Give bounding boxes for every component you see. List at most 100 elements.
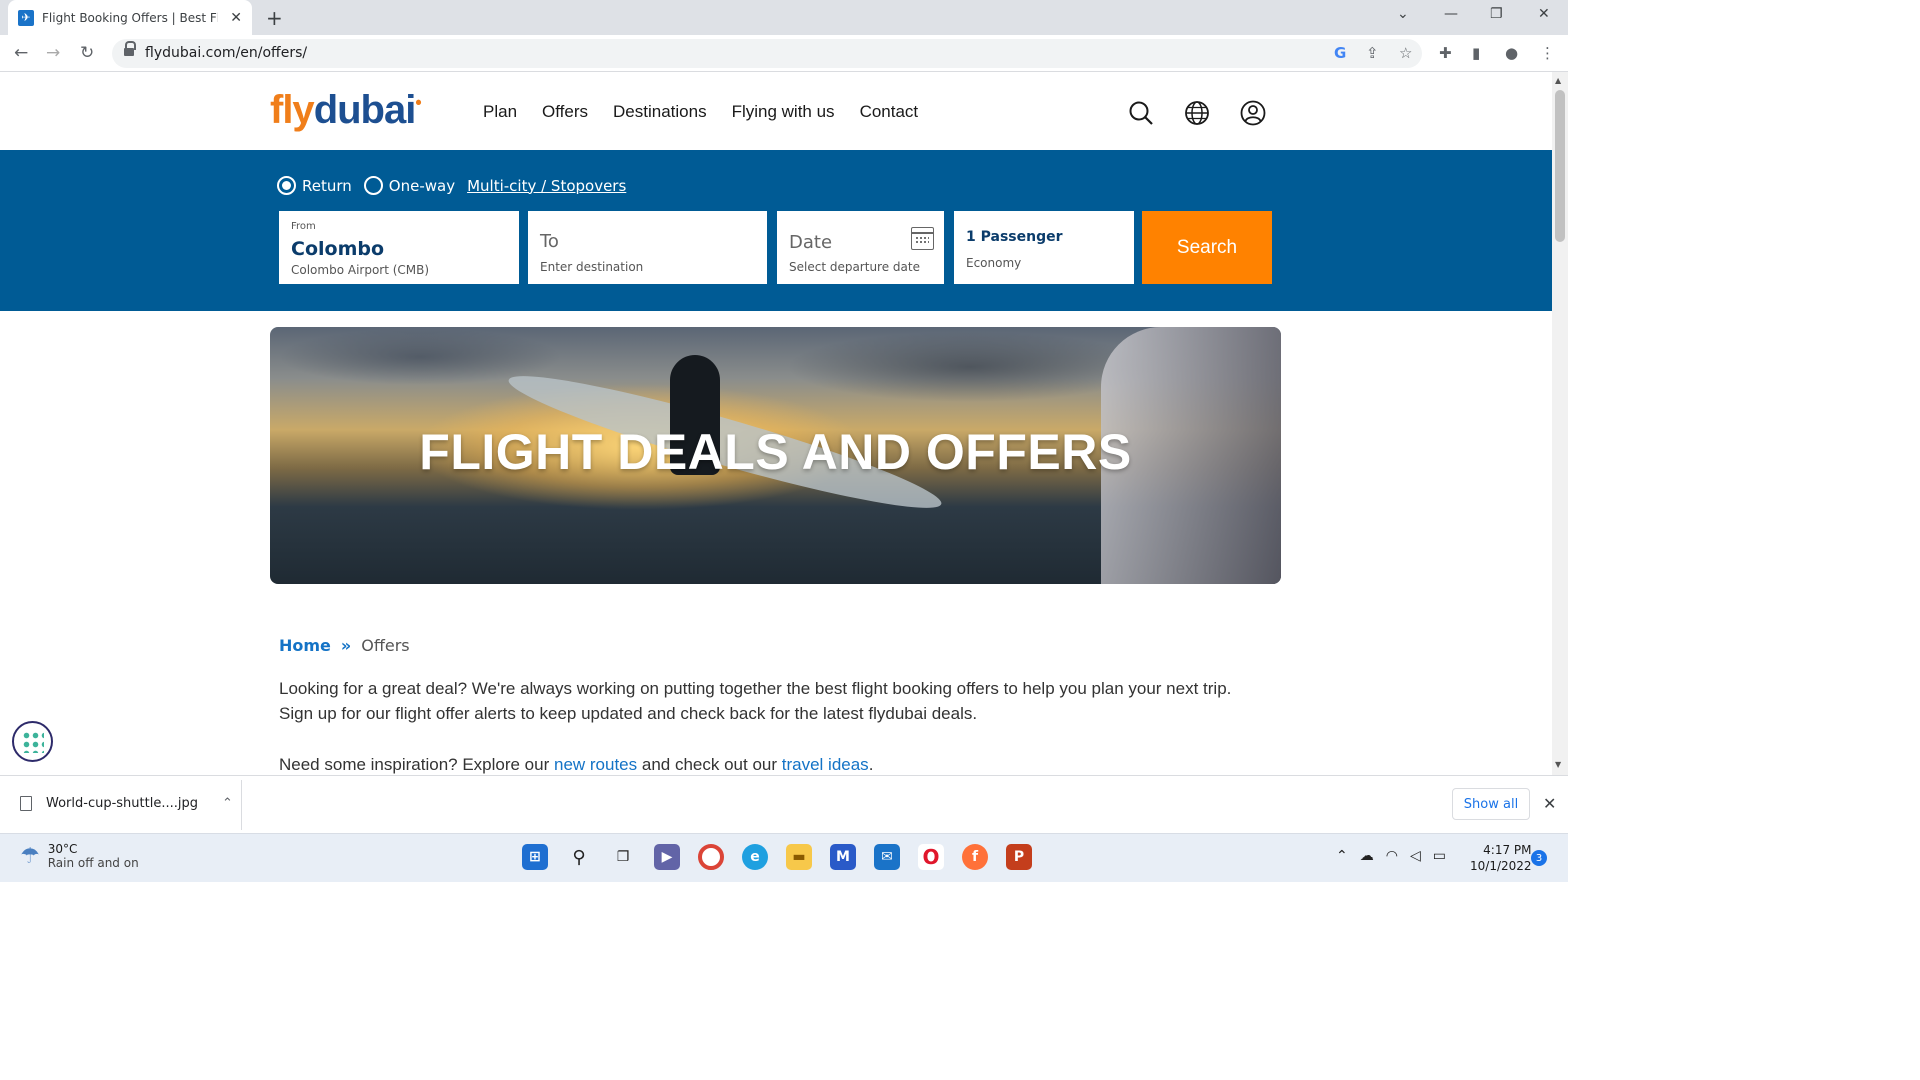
firefox-icon[interactable]: f xyxy=(962,844,988,870)
scrollbar-thumb[interactable] xyxy=(1555,90,1565,242)
return-label[interactable]: Return xyxy=(302,177,352,195)
side-panel-icon[interactable]: ▮ xyxy=(1472,44,1480,62)
bookmark-star-icon[interactable]: ☆ xyxy=(1399,44,1412,62)
download-filename: World-cup-shuttle....jpg xyxy=(46,796,198,811)
flight-search-panel: Return One-way Multi-city / Stopovers Fr… xyxy=(0,150,1552,311)
travel-ideas-link[interactable]: travel ideas xyxy=(782,755,869,774)
main-navigation: Plan Offers Destinations Flying with us … xyxy=(483,102,918,122)
inspiration-text-middle: and check out our xyxy=(637,755,782,774)
logo-dubai: dubai xyxy=(313,88,417,132)
system-tray: ⌃ ☁ ◠ ◁ ▭ xyxy=(1336,848,1446,864)
url-text[interactable]: flydubai.com/en/offers/ xyxy=(145,45,307,61)
windows-taskbar: ☂ 30°C Rain off and on ⊞ ⚲ ❐ ▶ e ▬ M ✉ O… xyxy=(0,833,1568,882)
taskbar-search-icon[interactable]: ⚲ xyxy=(566,844,592,870)
writer-app-icon[interactable]: M xyxy=(830,844,856,870)
task-view-icon[interactable]: ❐ xyxy=(610,844,636,870)
nav-plan[interactable]: Plan xyxy=(483,102,517,122)
multi-city-link[interactable]: Multi-city / Stopovers xyxy=(467,177,626,195)
tab-search-chevron-icon[interactable]: ⌄ xyxy=(1397,6,1409,22)
teams-chat-icon[interactable]: ▶ xyxy=(654,844,680,870)
rain-umbrella-icon: ☂ xyxy=(20,843,40,869)
inspiration-text-end: . xyxy=(868,755,874,774)
battery-icon[interactable]: ▭ xyxy=(1433,848,1446,864)
to-field[interactable]: To Enter destination xyxy=(528,211,767,284)
file-icon xyxy=(20,796,32,811)
new-tab-icon[interactable]: + xyxy=(266,6,283,30)
volume-icon[interactable]: ◁ xyxy=(1410,848,1421,864)
intro-paragraph: Looking for a great deal? We're always w… xyxy=(279,679,1232,723)
window-close-icon[interactable]: ✕ xyxy=(1538,6,1550,22)
nav-destinations[interactable]: Destinations xyxy=(613,102,707,122)
onedrive-cloud-icon[interactable]: ☁ xyxy=(1360,848,1374,864)
tab-title: Flight Booking Offers | Best Fligh xyxy=(42,10,218,25)
search-flights-button[interactable]: Search xyxy=(1142,211,1272,284)
show-hidden-icons-chevron-icon[interactable]: ⌃ xyxy=(1336,848,1348,864)
one-way-radio[interactable] xyxy=(363,176,383,195)
download-options-chevron-icon[interactable]: ⌃ xyxy=(222,796,233,811)
nav-offers[interactable]: Offers xyxy=(542,102,588,122)
one-way-label[interactable]: One-way xyxy=(389,177,455,195)
from-field[interactable]: From Colombo Colombo Airport (CMB) xyxy=(279,211,519,284)
logo-dot: • xyxy=(415,92,421,113)
trip-type-selector: Return One-way Multi-city / Stopovers xyxy=(277,176,626,195)
download-item[interactable]: World-cup-shuttle....jpg ⌃ xyxy=(20,796,233,811)
nav-contact[interactable]: Contact xyxy=(860,102,919,122)
flydubai-logo[interactable]: flydubai• xyxy=(270,88,422,133)
nav-flying-with-us[interactable]: Flying with us xyxy=(732,102,835,122)
scroll-down-icon[interactable]: ▼ xyxy=(1555,760,1561,769)
chrome-icon[interactable] xyxy=(698,844,724,870)
to-title: To xyxy=(540,231,559,252)
return-radio[interactable] xyxy=(277,176,296,195)
profile-avatar-icon[interactable]: ● xyxy=(1505,44,1518,62)
tab-close-icon[interactable]: ✕ xyxy=(230,10,242,26)
reload-icon[interactable]: ↻ xyxy=(80,43,94,63)
page-scrollbar[interactable]: ▲ ▼ xyxy=(1552,72,1568,775)
flydubai-favicon-icon: ✈ xyxy=(18,9,34,26)
address-bar[interactable]: flydubai.com/en/offers/ xyxy=(112,39,1422,68)
opera-icon[interactable]: O xyxy=(918,844,944,870)
from-city: Colombo xyxy=(291,238,385,260)
google-translate-icon[interactable]: G xyxy=(1334,44,1346,62)
search-icon[interactable] xyxy=(1128,100,1154,126)
start-windows-icon[interactable]: ⊞ xyxy=(522,844,548,870)
back-icon[interactable]: ← xyxy=(14,43,28,63)
hero-title: FLIGHT DEALS AND OFFERS xyxy=(419,424,1132,480)
minimize-icon[interactable]: — xyxy=(1444,6,1458,22)
cabin-class: Economy xyxy=(966,256,1022,270)
inspiration-text-start: Need some inspiration? Explore our xyxy=(279,755,554,774)
mail-icon[interactable]: ✉ xyxy=(874,844,900,870)
forward-icon[interactable]: → xyxy=(46,43,60,63)
powerpoint-icon[interactable]: P xyxy=(1006,844,1032,870)
calendar-icon[interactable] xyxy=(911,227,934,250)
new-routes-link[interactable]: new routes xyxy=(554,755,637,774)
wifi-icon[interactable]: ◠ xyxy=(1386,848,1398,864)
restore-icon[interactable]: ❐ xyxy=(1490,6,1503,22)
globe-icon[interactable] xyxy=(1184,100,1210,126)
account-icon[interactable] xyxy=(1240,100,1266,126)
extensions-icon[interactable]: ✚ xyxy=(1439,44,1452,62)
breadcrumb-current: Offers xyxy=(361,636,410,655)
chrome-menu-icon[interactable]: ⋮ xyxy=(1540,44,1555,62)
passengers-field[interactable]: 1 Passenger Economy xyxy=(954,211,1134,284)
from-airport: Colombo Airport (CMB) xyxy=(291,263,430,277)
notification-badge[interactable]: 3 xyxy=(1531,850,1547,866)
date-field[interactable]: Date Select departure date xyxy=(777,211,944,284)
downloads-close-icon[interactable]: ✕ xyxy=(1543,794,1556,813)
breadcrumb-home-link[interactable]: Home xyxy=(279,636,331,655)
breadcrumb-separator: » xyxy=(340,636,352,655)
show-all-button[interactable]: Show all xyxy=(1452,788,1530,820)
cookie-settings-icon[interactable] xyxy=(12,721,53,762)
edge-icon[interactable]: e xyxy=(742,844,768,870)
date-hint: Select departure date xyxy=(789,260,920,274)
downloads-divider xyxy=(241,780,242,830)
file-explorer-icon[interactable]: ▬ xyxy=(786,844,812,870)
taskbar-apps: ⊞ ⚲ ❐ ▶ e ▬ M ✉ O f P xyxy=(522,844,1032,870)
share-icon[interactable]: ⇪ xyxy=(1366,44,1379,62)
browser-tab-strip: ✈ Flight Booking Offers | Best Fligh ✕ +… xyxy=(0,0,1568,35)
weather-widget[interactable]: ☂ 30°C Rain off and on xyxy=(20,842,139,870)
lock-icon[interactable] xyxy=(124,41,136,57)
scroll-up-icon[interactable]: ▲ xyxy=(1555,76,1561,85)
taskbar-clock[interactable]: 4:17 PM 10/1/2022 xyxy=(1470,842,1532,874)
browser-tab[interactable]: ✈ Flight Booking Offers | Best Fligh ✕ xyxy=(8,0,252,35)
browser-toolbar: ← → ↻ flydubai.com/en/offers/ G ⇪ ☆ ✚ ▮ … xyxy=(0,35,1568,72)
